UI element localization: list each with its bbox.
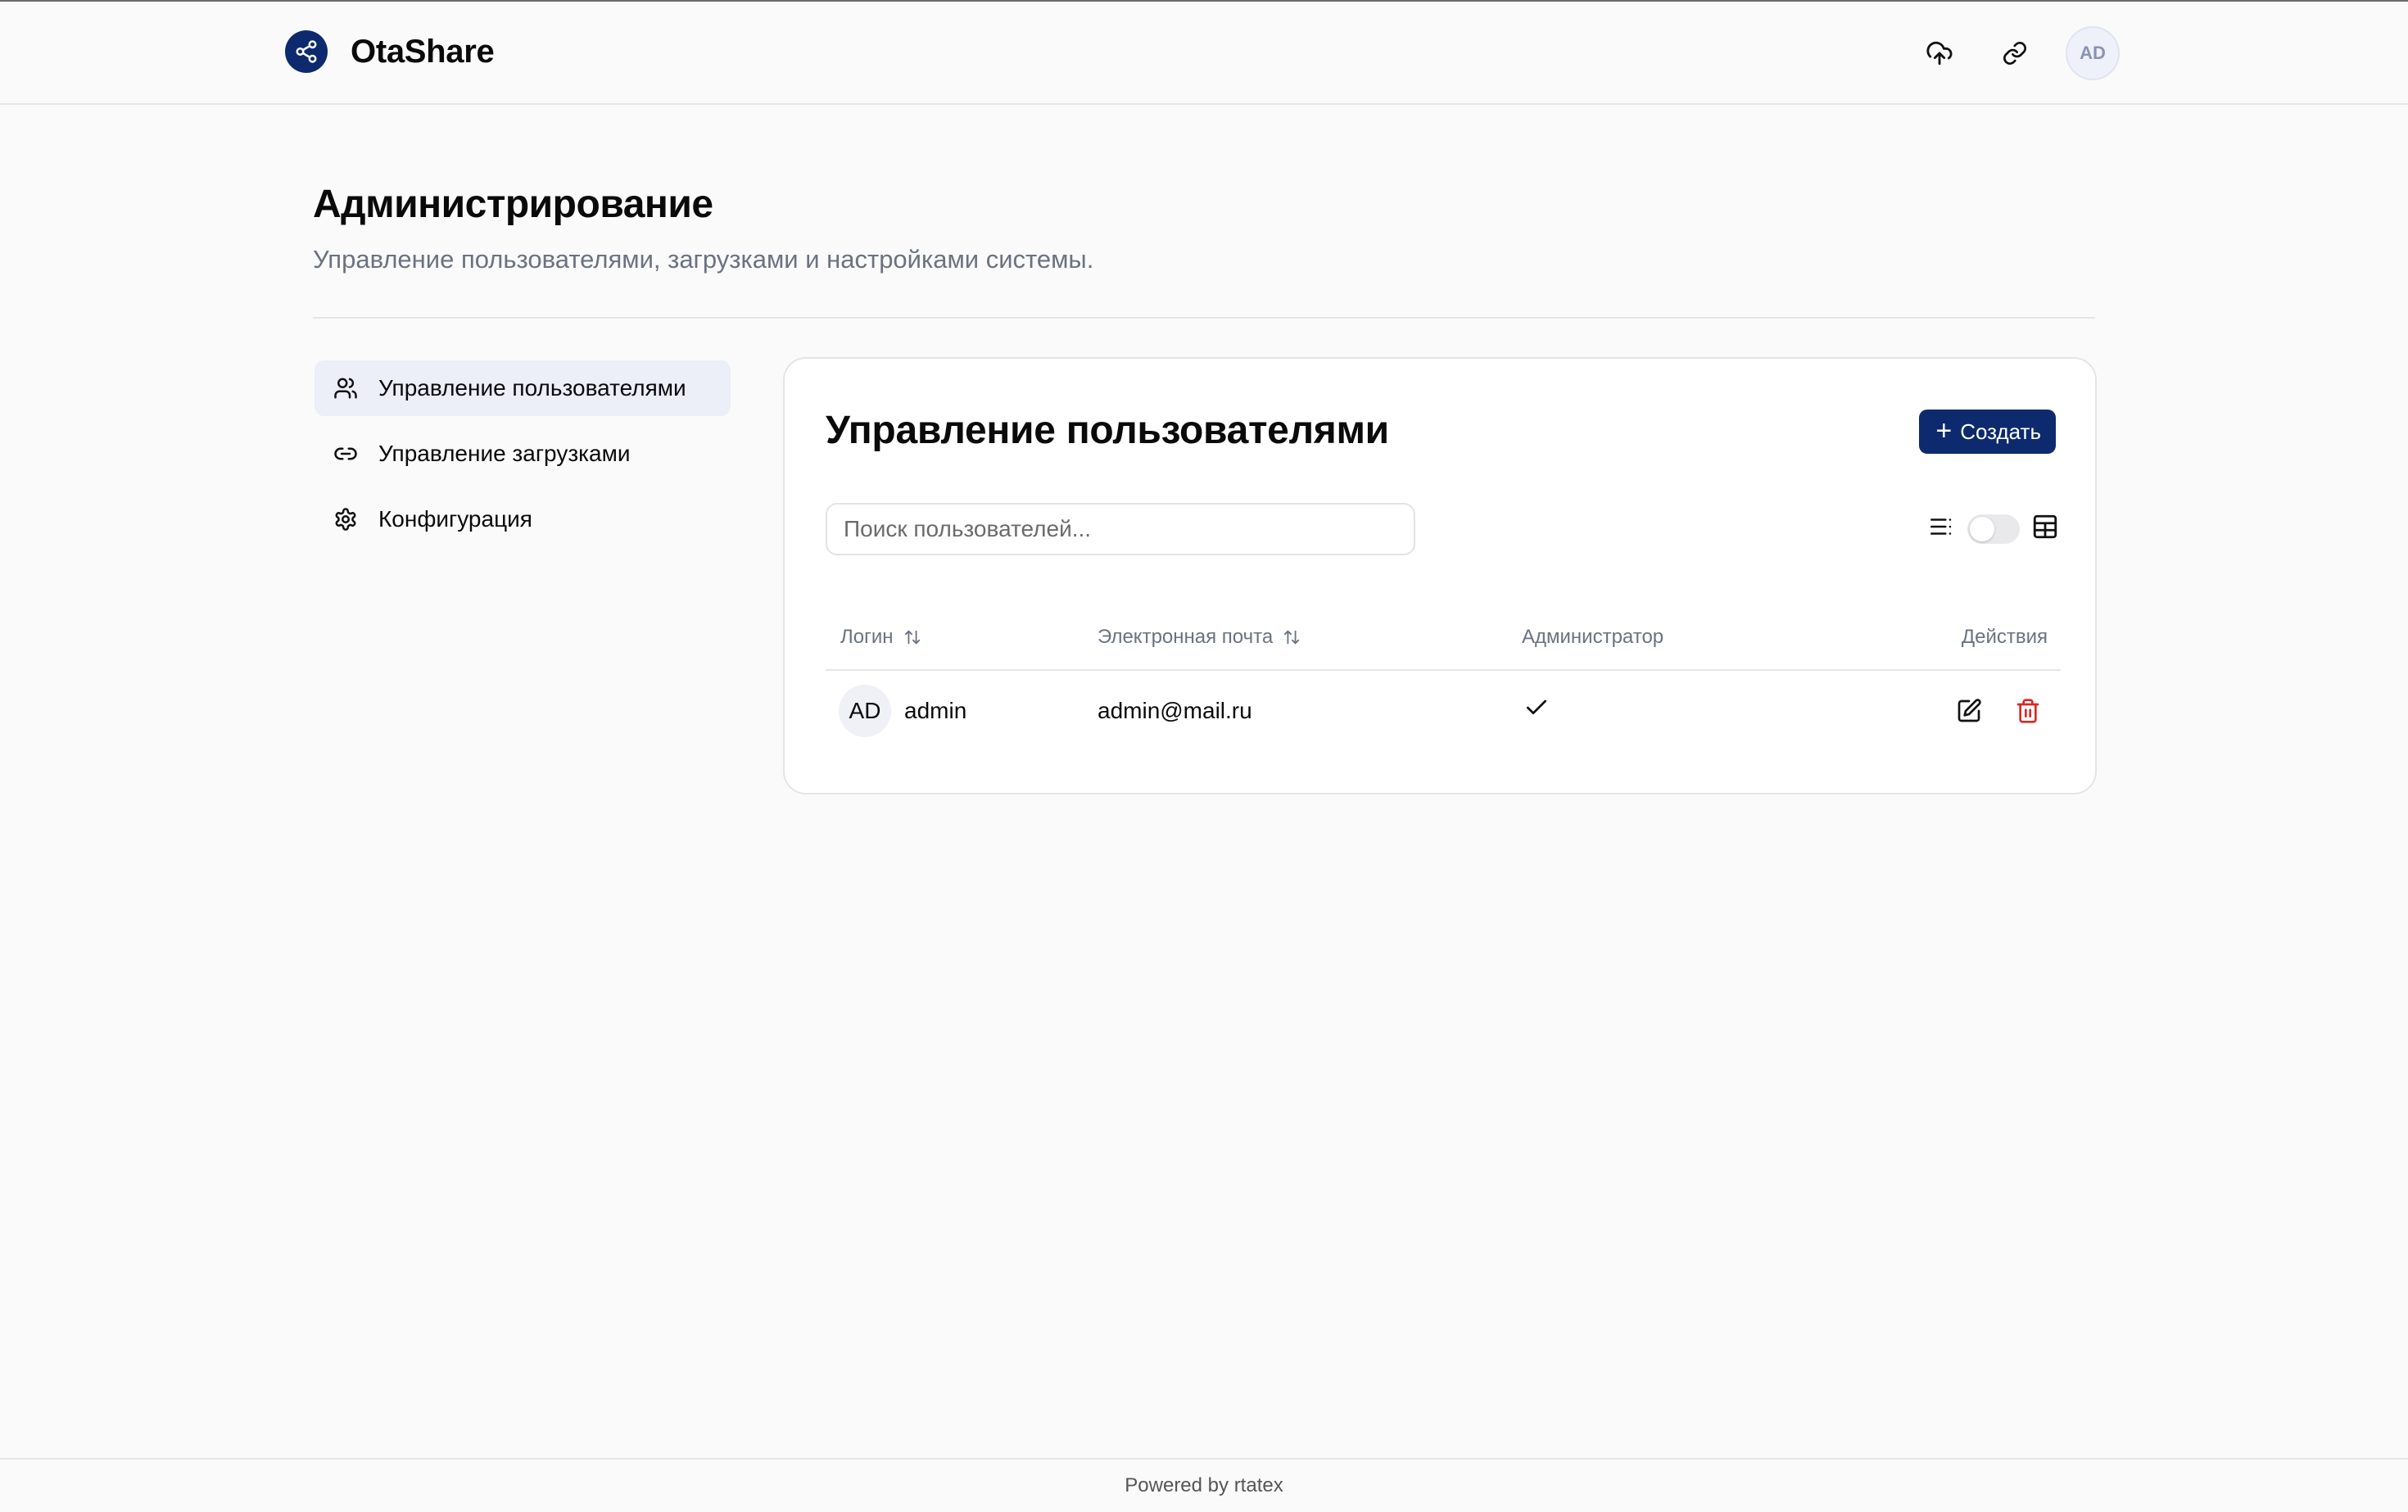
- users-management-card: Управление пользователями + Создать Поис…: [783, 357, 2097, 794]
- users-table: Логин Электронная почта Администратор Де…: [826, 604, 2061, 750]
- sidebar-item-uploads[interactable]: Управление загрузками: [315, 426, 731, 482]
- check-icon: [1527, 699, 1546, 714]
- create-user-button[interactable]: + Создать: [1919, 410, 2056, 454]
- link-icon: [2003, 42, 2026, 65]
- edit-icon: [1958, 698, 1981, 722]
- sidebar-item-config[interactable]: Конфигурация: [315, 491, 731, 547]
- card-title: Управление пользователями: [826, 409, 1389, 452]
- avatar: AD: [839, 684, 891, 737]
- switch-knob: [1970, 516, 1994, 541]
- column-admin: Администратор: [1522, 604, 1907, 671]
- share-links-button[interactable]: [1989, 27, 2041, 79]
- create-button-label: Создать: [1960, 419, 2041, 444]
- view-mode-switch[interactable]: [1967, 514, 2020, 544]
- sort-icon: [1284, 630, 1300, 644]
- app-header: OtaShare AD: [0, 2, 2408, 105]
- admin-sidebar: Управление пользователями Управление заг…: [315, 360, 731, 557]
- app-footer: Powered by rtatex: [0, 1458, 2408, 1512]
- table-header-row: Логин Электронная почта Администратор Де…: [826, 604, 2061, 671]
- page-header: Администрирование Управление пользовател…: [313, 182, 2095, 274]
- sidebar-item-users[interactable]: Управление пользователями: [315, 360, 731, 416]
- page-subtitle: Управление пользователями, загрузками и …: [313, 245, 1094, 274]
- app-name: OtaShare: [351, 33, 495, 70]
- email-cell: admin@mail.ru: [1098, 670, 1522, 750]
- trash-icon: [2016, 698, 2039, 723]
- view-mode-toggle: [1928, 513, 2059, 545]
- sidebar-item-label: Управление загрузками: [378, 441, 631, 466]
- upload-button[interactable]: [1913, 27, 1966, 79]
- sidebar-item-label: Управление пользователями: [378, 375, 686, 401]
- header-divider: [313, 317, 2095, 319]
- table-view-icon[interactable]: [2031, 513, 2059, 545]
- user-avatar-button[interactable]: AD: [2066, 26, 2120, 80]
- edit-user-button[interactable]: [1954, 696, 1984, 726]
- list-view-icon[interactable]: [1928, 513, 1956, 545]
- column-label: Электронная почта: [1098, 625, 1274, 648]
- user-email: admin@mail.ru: [1098, 697, 1252, 723]
- admin-cell: [1522, 670, 1907, 750]
- share-logo-icon: [285, 30, 328, 73]
- link-icon: [331, 439, 360, 469]
- column-label: Логин: [840, 625, 894, 648]
- user-login: admin: [904, 697, 967, 723]
- upload-cloud-icon: [1926, 41, 1953, 66]
- column-email[interactable]: Электронная почта: [1098, 604, 1522, 671]
- brand[interactable]: OtaShare: [285, 30, 495, 73]
- delete-user-button[interactable]: [2013, 696, 2043, 726]
- table-row: AD admin admin@mail.ru: [826, 670, 2061, 750]
- column-login[interactable]: Логин: [826, 604, 1098, 671]
- header-actions: AD: [1913, 26, 2120, 80]
- actions-cell: [1907, 670, 2061, 750]
- footer-text: Powered by rtatex: [1125, 1474, 1283, 1496]
- column-actions: Действия: [1907, 604, 2061, 671]
- users-icon: [331, 373, 360, 403]
- page-title: Администрирование: [313, 183, 713, 226]
- gear-icon: [331, 505, 360, 534]
- login-cell: AD admin: [826, 670, 1098, 750]
- plus-icon: +: [1935, 414, 1953, 446]
- user-search-input[interactable]: [826, 503, 1415, 555]
- sort-icon: [904, 630, 920, 644]
- sidebar-item-label: Конфигурация: [378, 506, 532, 532]
